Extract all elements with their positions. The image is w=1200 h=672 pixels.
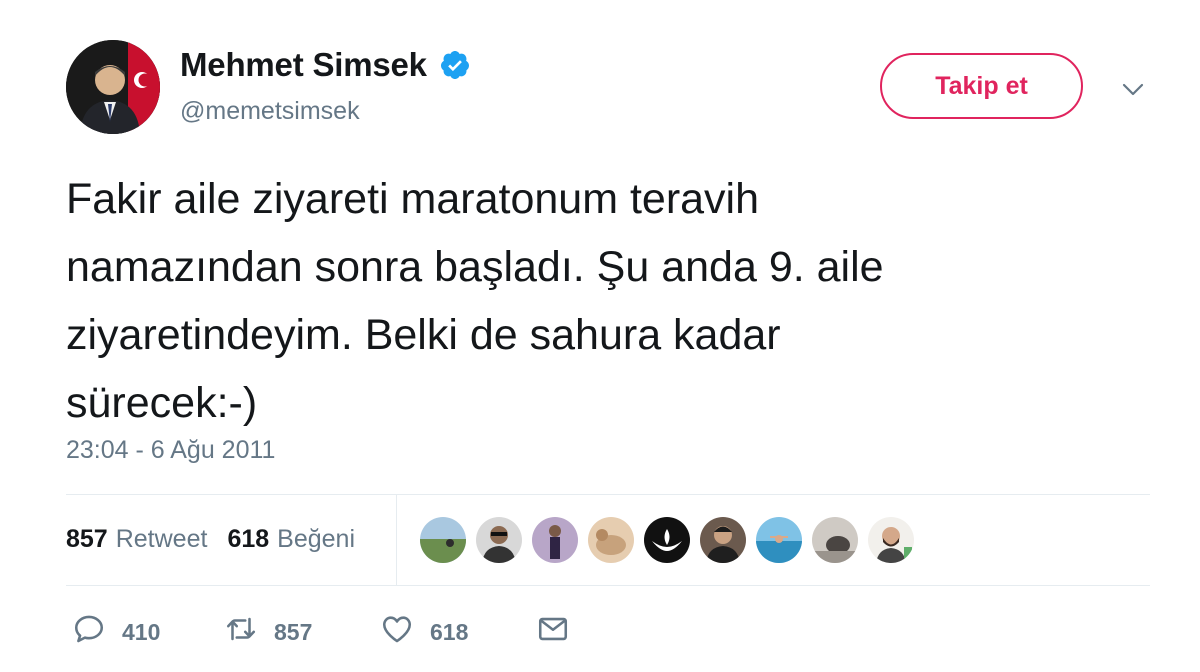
like-stat-label: Beğeni	[277, 525, 356, 553]
retweet-button[interactable]: 857	[224, 612, 312, 652]
profile-avatar[interactable]	[66, 40, 160, 134]
verified-badge-icon	[439, 49, 471, 81]
like-stat[interactable]: 618 Beğeni	[227, 525, 355, 554]
user-handle[interactable]: @memetsimsek	[180, 97, 360, 126]
liker-avatar[interactable]	[756, 517, 802, 563]
retweet-stat-label: Retweet	[115, 525, 208, 553]
liker-avatar[interactable]	[476, 517, 522, 563]
liker-avatar[interactable]	[812, 517, 858, 563]
retweet-count: 857	[274, 618, 313, 645]
envelope-icon	[536, 612, 570, 652]
tweet-text: Fakir aile ziyareti maratonum teravih na…	[66, 165, 1156, 437]
follow-button[interactable]: Takip et	[880, 53, 1083, 119]
retweet-icon	[224, 612, 258, 652]
retweet-stat-count: 857	[66, 525, 108, 553]
liker-avatar[interactable]	[868, 517, 914, 563]
lotus-logo-icon[interactable]	[644, 517, 690, 563]
liker-avatar[interactable]	[532, 517, 578, 563]
divider	[66, 494, 1150, 495]
reply-icon	[72, 612, 106, 652]
user-name-text[interactable]: Mehmet Simsek	[180, 46, 427, 84]
reply-button[interactable]: 410	[72, 612, 160, 652]
reply-count: 410	[122, 618, 161, 645]
user-display-name[interactable]: Mehmet Simsek	[180, 46, 471, 84]
tweet-line: ziyaretindeyim. Belki de sahura kadar	[66, 311, 781, 359]
tweet-timestamp[interactable]: 23:04 - 6 Ağu 2011	[66, 436, 275, 465]
like-button[interactable]: 618	[380, 612, 468, 652]
likers-avatars	[420, 517, 924, 563]
stats-divider	[396, 494, 397, 585]
tweet-line: namazından sonra başladı. Şu anda 9. ail…	[66, 243, 884, 291]
tweet-stats: 857 Retweet 618 Beğeni	[66, 525, 375, 554]
heart-icon	[380, 612, 414, 652]
like-stat-count: 618	[227, 525, 270, 553]
liker-avatar[interactable]	[588, 517, 634, 563]
chevron-down-icon[interactable]	[1120, 76, 1146, 102]
tweet-line: Fakir aile ziyareti maratonum teravih	[66, 175, 760, 223]
liker-avatar[interactable]	[420, 517, 466, 563]
tweet-line: sürecek:-)	[66, 379, 258, 427]
divider	[66, 585, 1150, 586]
like-count: 618	[430, 618, 469, 645]
direct-message-button[interactable]	[536, 612, 570, 652]
retweet-stat[interactable]: 857 Retweet	[66, 525, 207, 554]
liker-avatar[interactable]	[700, 517, 746, 563]
